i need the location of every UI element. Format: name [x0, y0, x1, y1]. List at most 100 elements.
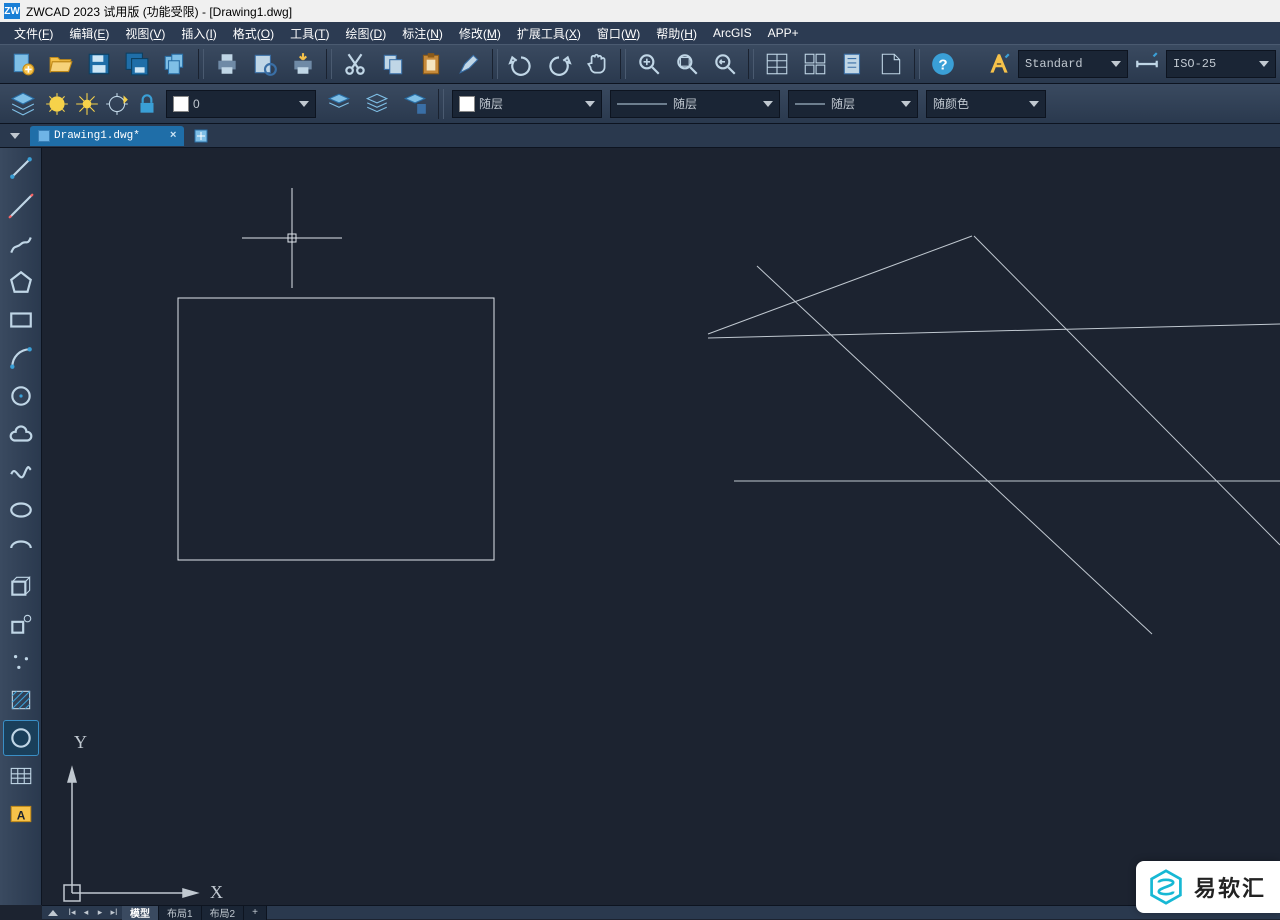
- spline-tool[interactable]: [3, 454, 39, 490]
- menu-app-plus[interactable]: APP+: [760, 24, 807, 42]
- polyline-tool[interactable]: [3, 226, 39, 262]
- undo-button[interactable]: [503, 46, 539, 82]
- text-style-value: Standard: [1025, 57, 1083, 71]
- zoom-icon: [636, 51, 662, 77]
- help-icon: ?: [930, 51, 956, 77]
- publish-button[interactable]: [285, 46, 321, 82]
- line-tool[interactable]: [3, 150, 39, 186]
- layer-color-swatch: [173, 96, 189, 112]
- help-button[interactable]: ?: [925, 46, 961, 82]
- color-dropdown[interactable]: 随层: [452, 90, 602, 118]
- layer-manager-button[interactable]: [5, 86, 41, 122]
- text-style-tool[interactable]: [981, 46, 1017, 82]
- pan-button[interactable]: [579, 46, 615, 82]
- new-file-button[interactable]: [5, 46, 41, 82]
- match-properties-button[interactable]: [451, 46, 487, 82]
- table-icon: [8, 763, 34, 789]
- drawing-svg: Y X: [42, 148, 1280, 905]
- batch-sheet-button[interactable]: [157, 46, 193, 82]
- menu-tools[interactable]: 工具(T): [282, 23, 337, 44]
- arc-tool[interactable]: [3, 340, 39, 376]
- new-tab-button[interactable]: [192, 127, 210, 145]
- color-swatch: [459, 96, 475, 112]
- design-center-button[interactable]: [797, 46, 833, 82]
- zoom-realtime-button[interactable]: [631, 46, 667, 82]
- redo-button[interactable]: [541, 46, 577, 82]
- lineweight-dropdown[interactable]: 随层: [788, 90, 918, 118]
- ellipse-tool[interactable]: [3, 492, 39, 528]
- save-button[interactable]: [81, 46, 117, 82]
- layout-tab-2[interactable]: 布局2: [202, 906, 245, 920]
- table-tool[interactable]: [3, 758, 39, 794]
- plotstyle-dropdown[interactable]: 随颜色: [926, 90, 1046, 118]
- undo-icon: [508, 51, 534, 77]
- layer-new-icon[interactable]: [103, 86, 131, 122]
- layout-tab-1[interactable]: 布局1: [159, 906, 202, 920]
- region-tool[interactable]: [3, 720, 39, 756]
- new-file-icon: [10, 51, 36, 77]
- linetype-value: 随层: [673, 95, 697, 112]
- menu-edit[interactable]: 编辑(E): [61, 23, 117, 44]
- print-button[interactable]: [209, 46, 245, 82]
- file-tab-label: Drawing1.dwg*: [54, 130, 140, 142]
- cut-button[interactable]: [337, 46, 373, 82]
- menu-draw[interactable]: 绘图(D): [338, 23, 395, 44]
- smart-mouse-button[interactable]: [873, 46, 909, 82]
- polygon-tool[interactable]: [3, 264, 39, 300]
- ellipse-arc-tool[interactable]: [3, 530, 39, 566]
- layout-tab-model[interactable]: 模型: [122, 906, 159, 920]
- nav-first[interactable]: І◂: [66, 908, 78, 918]
- copy-button[interactable]: [375, 46, 411, 82]
- zoom-window-button[interactable]: [669, 46, 705, 82]
- layer-walk-button[interactable]: [359, 86, 395, 122]
- tool-palettes-button[interactable]: [835, 46, 871, 82]
- layer-lock-icon[interactable]: [133, 86, 161, 122]
- dim-style-dropdown[interactable]: ISO-25: [1166, 50, 1276, 78]
- polygon-icon: [8, 269, 34, 295]
- mtext-tool[interactable]: A: [3, 796, 39, 832]
- dim-style-tool[interactable]: [1129, 46, 1165, 82]
- close-tab-button[interactable]: ×: [170, 130, 177, 142]
- menu-window[interactable]: 窗口(W): [589, 23, 648, 44]
- layer-freeze-icon[interactable]: [73, 86, 101, 122]
- rectangle-tool[interactable]: [3, 302, 39, 338]
- revcloud-tool[interactable]: [3, 416, 39, 452]
- paste-button[interactable]: [413, 46, 449, 82]
- text-style-dropdown[interactable]: Standard: [1018, 50, 1128, 78]
- make-block-tool[interactable]: [3, 606, 39, 642]
- tab-menu-icon[interactable]: [10, 133, 20, 139]
- svg-text:A: A: [16, 808, 25, 822]
- layer-on-icon[interactable]: [43, 86, 71, 122]
- circle-tool[interactable]: [3, 378, 39, 414]
- open-file-button[interactable]: [43, 46, 79, 82]
- menu-modify[interactable]: 修改(M): [451, 23, 509, 44]
- save-all-button[interactable]: [119, 46, 155, 82]
- menu-insert[interactable]: 插入(I): [173, 23, 224, 44]
- menu-view[interactable]: 视图(V): [117, 23, 173, 44]
- menu-dimension[interactable]: 标注(N): [394, 23, 451, 44]
- nav-prev[interactable]: ◂: [80, 908, 92, 918]
- layer-states-button[interactable]: [397, 86, 433, 122]
- layout-tab-add[interactable]: +: [244, 906, 267, 920]
- nav-next[interactable]: ▸: [94, 908, 106, 918]
- menu-extend[interactable]: 扩展工具(X): [509, 23, 589, 44]
- block-icon: [8, 573, 34, 599]
- menu-arcgis[interactable]: ArcGIS: [705, 24, 760, 42]
- nav-last[interactable]: ▸І: [108, 908, 120, 918]
- menu-file[interactable]: 文件(F): [6, 23, 61, 44]
- zoom-previous-button[interactable]: [707, 46, 743, 82]
- menu-format[interactable]: 格式(O): [225, 23, 282, 44]
- plot-preview-button[interactable]: [247, 46, 283, 82]
- insert-block-tool[interactable]: [3, 568, 39, 604]
- point-tool[interactable]: [3, 644, 39, 680]
- properties-palette-button[interactable]: [759, 46, 795, 82]
- layer-dropdown[interactable]: 0: [166, 90, 316, 118]
- file-tab-active[interactable]: Drawing1.dwg* ×: [30, 126, 184, 146]
- layer-previous-button[interactable]: [321, 86, 357, 122]
- layout-menu-icon[interactable]: [48, 910, 58, 916]
- xline-tool[interactable]: [3, 188, 39, 224]
- hatch-tool[interactable]: [3, 682, 39, 718]
- drawing-canvas[interactable]: Y X: [42, 148, 1280, 905]
- linetype-dropdown[interactable]: 随层: [610, 90, 780, 118]
- menu-help[interactable]: 帮助(H): [648, 23, 705, 44]
